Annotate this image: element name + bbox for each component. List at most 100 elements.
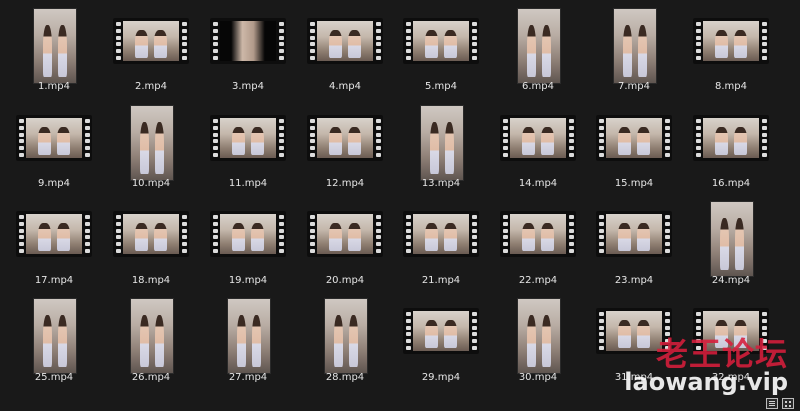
file-item[interactable]: 7.mp4 — [586, 8, 682, 108]
file-item[interactable]: 21.mp4 — [393, 201, 489, 301]
video-filmstrip-thumbnail — [16, 211, 92, 257]
file-item[interactable]: 23.mp4 — [586, 201, 682, 301]
thumbnail-figure — [444, 222, 457, 251]
file-item[interactable]: 16.mp4 — [683, 105, 779, 205]
video-thumbnail — [324, 298, 368, 374]
file-name-label: 6.mp4 — [522, 81, 554, 92]
file-name-label: 23.mp4 — [614, 275, 654, 286]
file-item[interactable]: 9.mp4 — [6, 105, 102, 205]
thumbnail-figure — [527, 315, 537, 368]
video-thumbnail — [33, 8, 77, 84]
file-item[interactable]: 20.mp4 — [297, 201, 393, 301]
details-view-icon[interactable] — [766, 398, 778, 409]
film-sprocket-holes — [210, 214, 220, 254]
thumbnail-figure — [348, 29, 361, 58]
film-sprocket-holes — [373, 118, 383, 158]
file-item[interactable]: 13.mp4 — [393, 105, 489, 205]
file-item[interactable]: 22.mp4 — [490, 201, 586, 301]
film-sprocket-holes — [566, 118, 576, 158]
thumbnail-figure — [444, 319, 457, 348]
file-item[interactable]: 29.mp4 — [393, 298, 489, 398]
film-sprocket-holes — [373, 214, 383, 254]
film-sprocket-holes — [16, 214, 26, 254]
file-item[interactable]: 27.mp4 — [200, 298, 296, 398]
thumbnail-figure — [734, 29, 747, 58]
file-item[interactable]: 18.mp4 — [103, 201, 199, 301]
thumbnail-figure — [57, 25, 67, 78]
video-filmstrip-thumbnail — [307, 211, 383, 257]
file-item[interactable]: 14.mp4 — [490, 105, 586, 205]
file-item[interactable]: 28.mp4 — [297, 298, 393, 398]
video-frame — [220, 118, 276, 158]
file-name-label: 26.mp4 — [131, 372, 171, 383]
thumbnail-figure — [637, 222, 650, 251]
thumbnail-figure — [541, 126, 554, 155]
thumbnail-figure — [329, 29, 342, 58]
thumbnail-figure — [140, 315, 150, 368]
video-frame — [413, 311, 469, 351]
film-sprocket-holes — [662, 118, 672, 158]
film-sprocket-holes — [210, 118, 220, 158]
video-filmstrip-thumbnail — [210, 115, 286, 161]
file-item[interactable]: 11.mp4 — [200, 105, 296, 205]
video-filmstrip-thumbnail — [113, 18, 189, 64]
video-filmstrip-thumbnail — [210, 18, 286, 64]
video-filmstrip-thumbnail — [403, 308, 479, 354]
thumbnail-figure — [623, 25, 633, 78]
large-icons-view-icon[interactable] — [782, 398, 794, 409]
film-sprocket-holes — [210, 21, 220, 61]
file-item[interactable]: 15.mp4 — [586, 105, 682, 205]
file-name-label: 20.mp4 — [325, 275, 365, 286]
film-sprocket-holes — [276, 214, 286, 254]
film-sprocket-holes — [307, 118, 317, 158]
thumbnail-figure — [425, 222, 438, 251]
file-name-label: 10.mp4 — [131, 178, 171, 189]
thumbnail-figure — [251, 222, 264, 251]
file-item[interactable]: 25.mp4 — [6, 298, 102, 398]
thumbnail-figure — [637, 126, 650, 155]
video-thumbnail — [130, 105, 174, 181]
film-sprocket-holes — [469, 214, 479, 254]
thumbnail-figure — [715, 126, 728, 155]
thumbnail-figure — [251, 126, 264, 155]
file-item[interactable]: 10.mp4 — [103, 105, 199, 205]
file-item[interactable]: 8.mp4 — [683, 8, 779, 108]
film-sprocket-holes — [16, 118, 26, 158]
file-item[interactable]: 1.mp4 — [6, 8, 102, 108]
file-item[interactable]: 30.mp4 — [490, 298, 586, 398]
thumbnail-figure — [43, 315, 53, 368]
film-sprocket-holes — [500, 118, 510, 158]
watermark-chinese: 老王论坛 — [655, 335, 788, 373]
film-sprocket-holes — [759, 21, 769, 61]
file-item[interactable]: 24.mp4 — [683, 201, 779, 301]
file-name-label: 18.mp4 — [131, 275, 171, 286]
video-frame — [413, 214, 469, 254]
film-sprocket-holes — [373, 21, 383, 61]
file-item[interactable]: 19.mp4 — [200, 201, 296, 301]
file-name-label: 11.mp4 — [228, 178, 268, 189]
video-filmstrip-thumbnail — [16, 115, 92, 161]
file-item[interactable]: 6.mp4 — [490, 8, 586, 108]
file-item[interactable]: 2.mp4 — [103, 8, 199, 108]
file-item[interactable]: 12.mp4 — [297, 105, 393, 205]
file-item[interactable]: 3.mp4 — [200, 8, 296, 108]
video-filmstrip-thumbnail — [500, 211, 576, 257]
film-sprocket-holes — [82, 118, 92, 158]
thumbnail-figure — [522, 222, 535, 251]
film-sprocket-holes — [179, 214, 189, 254]
thumbnail-figure — [154, 222, 167, 251]
film-sprocket-holes — [693, 21, 703, 61]
film-sprocket-holes — [693, 118, 703, 158]
file-item[interactable]: 26.mp4 — [103, 298, 199, 398]
video-thumbnail — [33, 298, 77, 374]
film-sprocket-holes — [82, 214, 92, 254]
video-frame — [510, 118, 566, 158]
file-item[interactable]: 17.mp4 — [6, 201, 102, 301]
file-item[interactable]: 4.mp4 — [297, 8, 393, 108]
status-bar — [766, 398, 794, 409]
file-name-label: 14.mp4 — [518, 178, 558, 189]
file-item[interactable]: 5.mp4 — [393, 8, 489, 108]
thumbnail-figure — [425, 319, 438, 348]
file-name-label: 29.mp4 — [421, 372, 461, 383]
video-filmstrip-thumbnail — [307, 115, 383, 161]
